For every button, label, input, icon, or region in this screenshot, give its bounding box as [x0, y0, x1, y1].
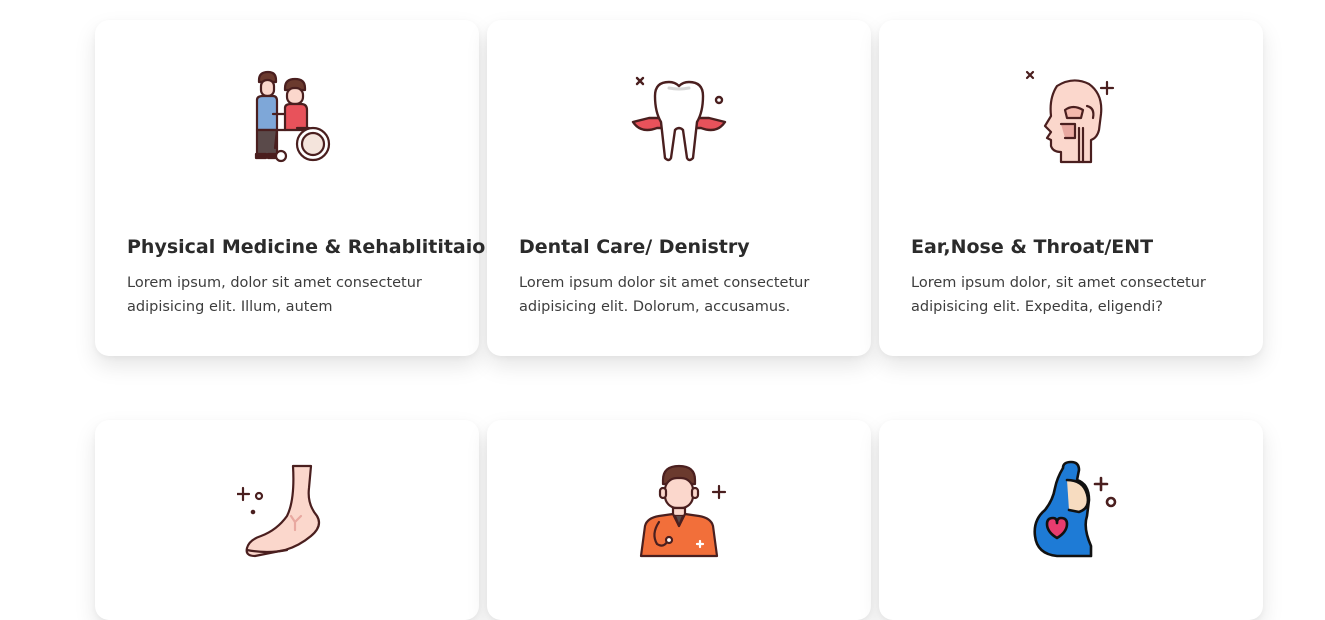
foot-icon	[237, 460, 337, 560]
service-title: Ear,Nose & Throat/ENT	[911, 236, 1154, 258]
service-title: Dental Care/ Denistry	[519, 236, 750, 258]
service-description: Lorem ipsum, dolor sit amet consectetur …	[127, 275, 422, 315]
service-card-physical-medicine[interactable]: Physical Medicine & Rehablititaion Lorem…	[95, 20, 499, 356]
head-anatomy-icon	[1021, 68, 1121, 168]
pregnancy-icon	[1021, 460, 1121, 560]
service-card-ent[interactable]: Ear,Nose & Throat/ENT Lorem ipsum dolor,…	[879, 20, 1263, 356]
service-card-dental-care[interactable]: Dental Care/ Denistry Lorem ipsum dolor …	[487, 20, 871, 356]
service-description: Lorem ipsum dolor sit amet consectetur a…	[519, 275, 810, 315]
doctor-icon	[629, 460, 729, 560]
service-card-podiatry[interactable]	[95, 420, 479, 620]
service-card-doctor[interactable]	[487, 420, 871, 620]
service-card-pregnancy[interactable]	[879, 420, 1263, 620]
wheelchair-rehab-icon	[237, 68, 337, 168]
tooth-icon	[629, 68, 729, 168]
service-description: Lorem ipsum dolor, sit amet consectetur …	[911, 275, 1206, 315]
service-title: Physical Medicine & Rehablititaion	[127, 236, 499, 258]
